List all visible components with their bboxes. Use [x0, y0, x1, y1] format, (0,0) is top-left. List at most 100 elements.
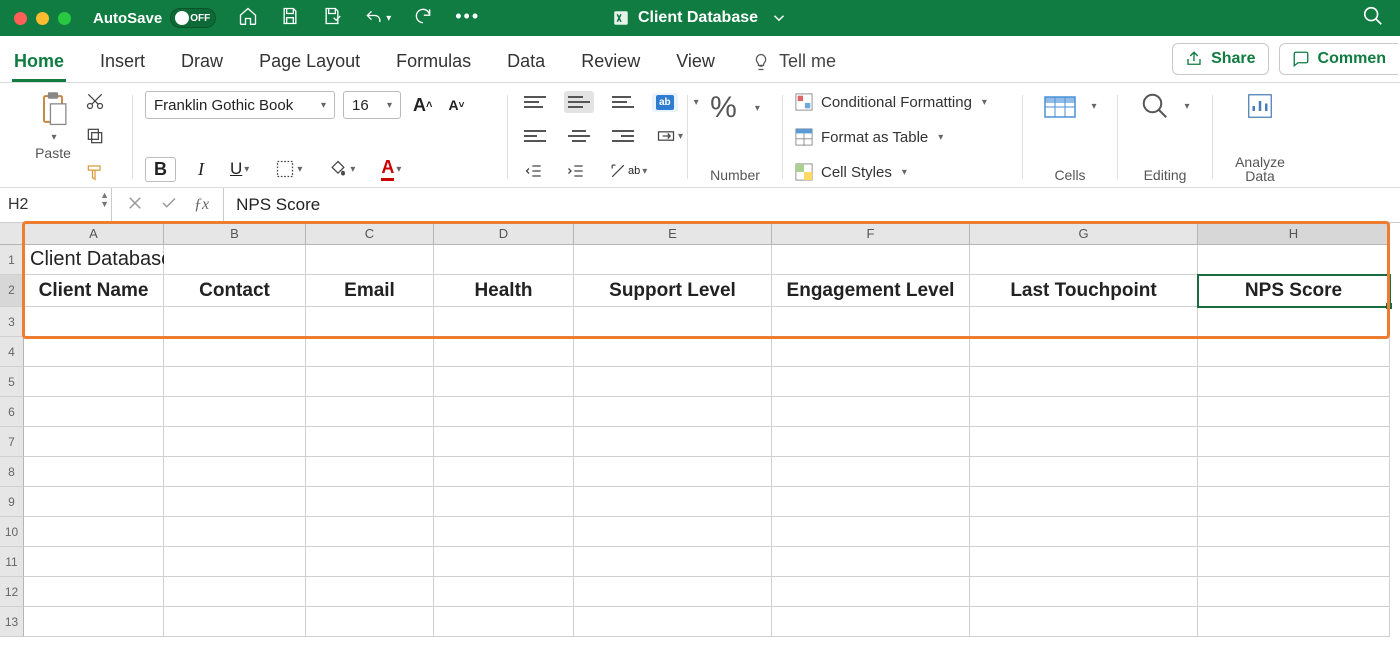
cell-A7[interactable]	[24, 427, 164, 457]
cell-styles-button[interactable]: Cell Styles▾	[795, 163, 907, 181]
cell-G9[interactable]	[970, 487, 1198, 517]
tab-data[interactable]: Data	[505, 41, 547, 82]
cut-icon[interactable]	[85, 91, 105, 116]
cell-A2[interactable]: Client Name	[24, 275, 164, 307]
cell-C4[interactable]	[306, 337, 434, 367]
align-center-button[interactable]	[564, 125, 594, 147]
cell-F13[interactable]	[772, 607, 970, 637]
cell-B4[interactable]	[164, 337, 306, 367]
cell-C2[interactable]: Email	[306, 275, 434, 307]
cell-G8[interactable]	[970, 457, 1198, 487]
align-bottom-button[interactable]	[608, 91, 638, 113]
bold-button[interactable]: B	[145, 157, 176, 182]
cell-F11[interactable]	[772, 547, 970, 577]
cell-H3[interactable]	[1198, 307, 1390, 337]
tab-view[interactable]: View	[674, 41, 717, 82]
cell-A8[interactable]	[24, 457, 164, 487]
format-as-table-button[interactable]: Format as Table▾	[795, 128, 943, 146]
accept-formula-button[interactable]	[160, 194, 178, 217]
name-box[interactable]: H2 ▲▼	[0, 188, 112, 222]
cell-F12[interactable]	[772, 577, 970, 607]
cell-F6[interactable]	[772, 397, 970, 427]
row-header-6[interactable]: 6	[0, 397, 24, 427]
decrease-font-button[interactable]: A˅	[444, 95, 468, 115]
cell-C6[interactable]	[306, 397, 434, 427]
cell-G7[interactable]	[970, 427, 1198, 457]
home-icon[interactable]	[238, 6, 258, 31]
cell-B11[interactable]	[164, 547, 306, 577]
col-header-G[interactable]: G	[970, 223, 1198, 245]
save-as-icon[interactable]	[322, 6, 342, 31]
cell-H12[interactable]	[1198, 577, 1390, 607]
cell-G12[interactable]	[970, 577, 1198, 607]
row-header-5[interactable]: 5	[0, 367, 24, 397]
col-header-B[interactable]: B	[164, 223, 306, 245]
align-top-button[interactable]	[520, 91, 550, 113]
cell-H5[interactable]	[1198, 367, 1390, 397]
col-header-H[interactable]: H	[1198, 223, 1390, 245]
cell-B5[interactable]	[164, 367, 306, 397]
cell-B10[interactable]	[164, 517, 306, 547]
cell-A1[interactable]: Client Database	[24, 245, 164, 275]
cell-A10[interactable]	[24, 517, 164, 547]
col-header-E[interactable]: E	[574, 223, 772, 245]
cell-C1[interactable]	[306, 245, 434, 275]
cell-D5[interactable]	[434, 367, 574, 397]
font-size-select[interactable]: 16▾	[343, 91, 401, 119]
cell-H6[interactable]	[1198, 397, 1390, 427]
align-middle-button[interactable]	[564, 91, 594, 113]
cell-C13[interactable]	[306, 607, 434, 637]
col-header-A[interactable]: A	[24, 223, 164, 245]
align-left-button[interactable]	[520, 125, 550, 147]
cell-E10[interactable]	[574, 517, 772, 547]
wrap-text-button[interactable]: ab	[652, 93, 678, 112]
cell-A3[interactable]	[24, 307, 164, 337]
increase-font-button[interactable]: A˄	[409, 93, 436, 118]
cell-A12[interactable]	[24, 577, 164, 607]
name-box-spinner[interactable]: ▲▼	[100, 191, 109, 209]
cell-G6[interactable]	[970, 397, 1198, 427]
cell-H4[interactable]	[1198, 337, 1390, 367]
orientation-button[interactable]: ab▾	[604, 159, 651, 183]
cancel-formula-button[interactable]	[126, 194, 144, 217]
cell-C11[interactable]	[306, 547, 434, 577]
cell-C7[interactable]	[306, 427, 434, 457]
cell-H8[interactable]	[1198, 457, 1390, 487]
cell-G1[interactable]	[970, 245, 1198, 275]
row-header-12[interactable]: 12	[0, 577, 24, 607]
underline-button[interactable]: U▾	[226, 157, 253, 181]
autosave-toggle[interactable]: OFF	[170, 8, 216, 28]
cell-F8[interactable]	[772, 457, 970, 487]
document-title[interactable]: Client Database	[612, 9, 788, 27]
redo-icon[interactable]	[413, 6, 433, 31]
cell-B3[interactable]	[164, 307, 306, 337]
cell-G2[interactable]: Last Touchpoint	[970, 275, 1198, 307]
cell-A11[interactable]	[24, 547, 164, 577]
conditional-formatting-button[interactable]: Conditional Formatting▾	[795, 93, 987, 111]
col-header-D[interactable]: D	[434, 223, 574, 245]
tab-home[interactable]: Home	[12, 41, 66, 82]
row-header-4[interactable]: 4	[0, 337, 24, 367]
cell-C12[interactable]	[306, 577, 434, 607]
cell-B7[interactable]	[164, 427, 306, 457]
cell-A9[interactable]	[24, 487, 164, 517]
fx-button[interactable]: ƒx	[194, 196, 209, 214]
italic-button[interactable]: I	[194, 157, 208, 182]
row-header-10[interactable]: 10	[0, 517, 24, 547]
cell-F1[interactable]	[772, 245, 970, 275]
cell-F5[interactable]	[772, 367, 970, 397]
paste-button[interactable]: ▾ Paste	[35, 91, 71, 161]
cell-D3[interactable]	[434, 307, 574, 337]
cell-F7[interactable]	[772, 427, 970, 457]
cell-E2[interactable]: Support Level	[574, 275, 772, 307]
cell-H2[interactable]: NPS Score	[1198, 275, 1390, 307]
increase-indent-button[interactable]	[562, 159, 590, 183]
cell-H10[interactable]	[1198, 517, 1390, 547]
cell-E13[interactable]	[574, 607, 772, 637]
tab-draw[interactable]: Draw	[179, 41, 225, 82]
cell-C3[interactable]	[306, 307, 434, 337]
tab-page-layout[interactable]: Page Layout	[257, 41, 362, 82]
cell-G13[interactable]	[970, 607, 1198, 637]
cell-G3[interactable]	[970, 307, 1198, 337]
share-button[interactable]: Share	[1172, 43, 1268, 75]
